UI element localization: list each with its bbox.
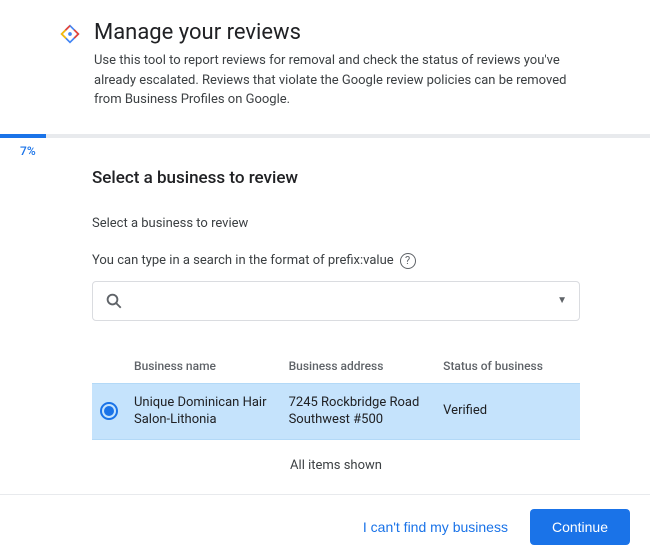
page-header: Manage your reviews Use this tool to rep…: [0, 0, 650, 120]
progress-fill: [0, 134, 46, 138]
main-content: Select a business to review Select a bus…: [0, 138, 650, 473]
search-input[interactable]: [133, 293, 547, 309]
dropdown-caret-icon[interactable]: ▼: [557, 295, 567, 306]
cant-find-button[interactable]: I can't find my business: [363, 519, 508, 535]
continue-button[interactable]: Continue: [530, 509, 630, 545]
progress-label: 7%: [20, 144, 36, 158]
help-icon[interactable]: ?: [400, 253, 416, 269]
row-address: 7245 Rockbridge Road Southwest #500: [289, 394, 444, 429]
col-status: Status of business: [443, 359, 572, 373]
page-footer: I can't find my business Continue: [0, 494, 650, 559]
section-title: Select a business to review: [92, 168, 580, 188]
col-name: Business name: [134, 359, 289, 373]
search-icon: [105, 292, 123, 310]
col-address: Business address: [289, 359, 444, 373]
search-box[interactable]: ▼: [92, 281, 580, 321]
google-logo-icon: [60, 24, 80, 48]
business-table: Business name Business address Status of…: [92, 359, 580, 473]
row-radio[interactable]: [100, 402, 118, 420]
row-name: Unique Dominican Hair Salon-Lithonia: [134, 394, 289, 429]
table-row[interactable]: Unique Dominican Hair Salon-Lithonia 724…: [92, 383, 580, 440]
all-items-label: All items shown: [92, 458, 580, 473]
section-subtitle: Select a business to review: [92, 216, 580, 231]
page-title: Manage your reviews: [94, 20, 590, 45]
search-hint: You can type in a search in the format o…: [92, 253, 394, 268]
row-status: Verified: [443, 402, 572, 420]
progress-bar: 7%: [0, 134, 650, 138]
search-hint-row: You can type in a search in the format o…: [92, 253, 580, 269]
table-header: Business name Business address Status of…: [92, 359, 580, 383]
page-subtitle: Use this tool to report reviews for remo…: [94, 51, 590, 110]
